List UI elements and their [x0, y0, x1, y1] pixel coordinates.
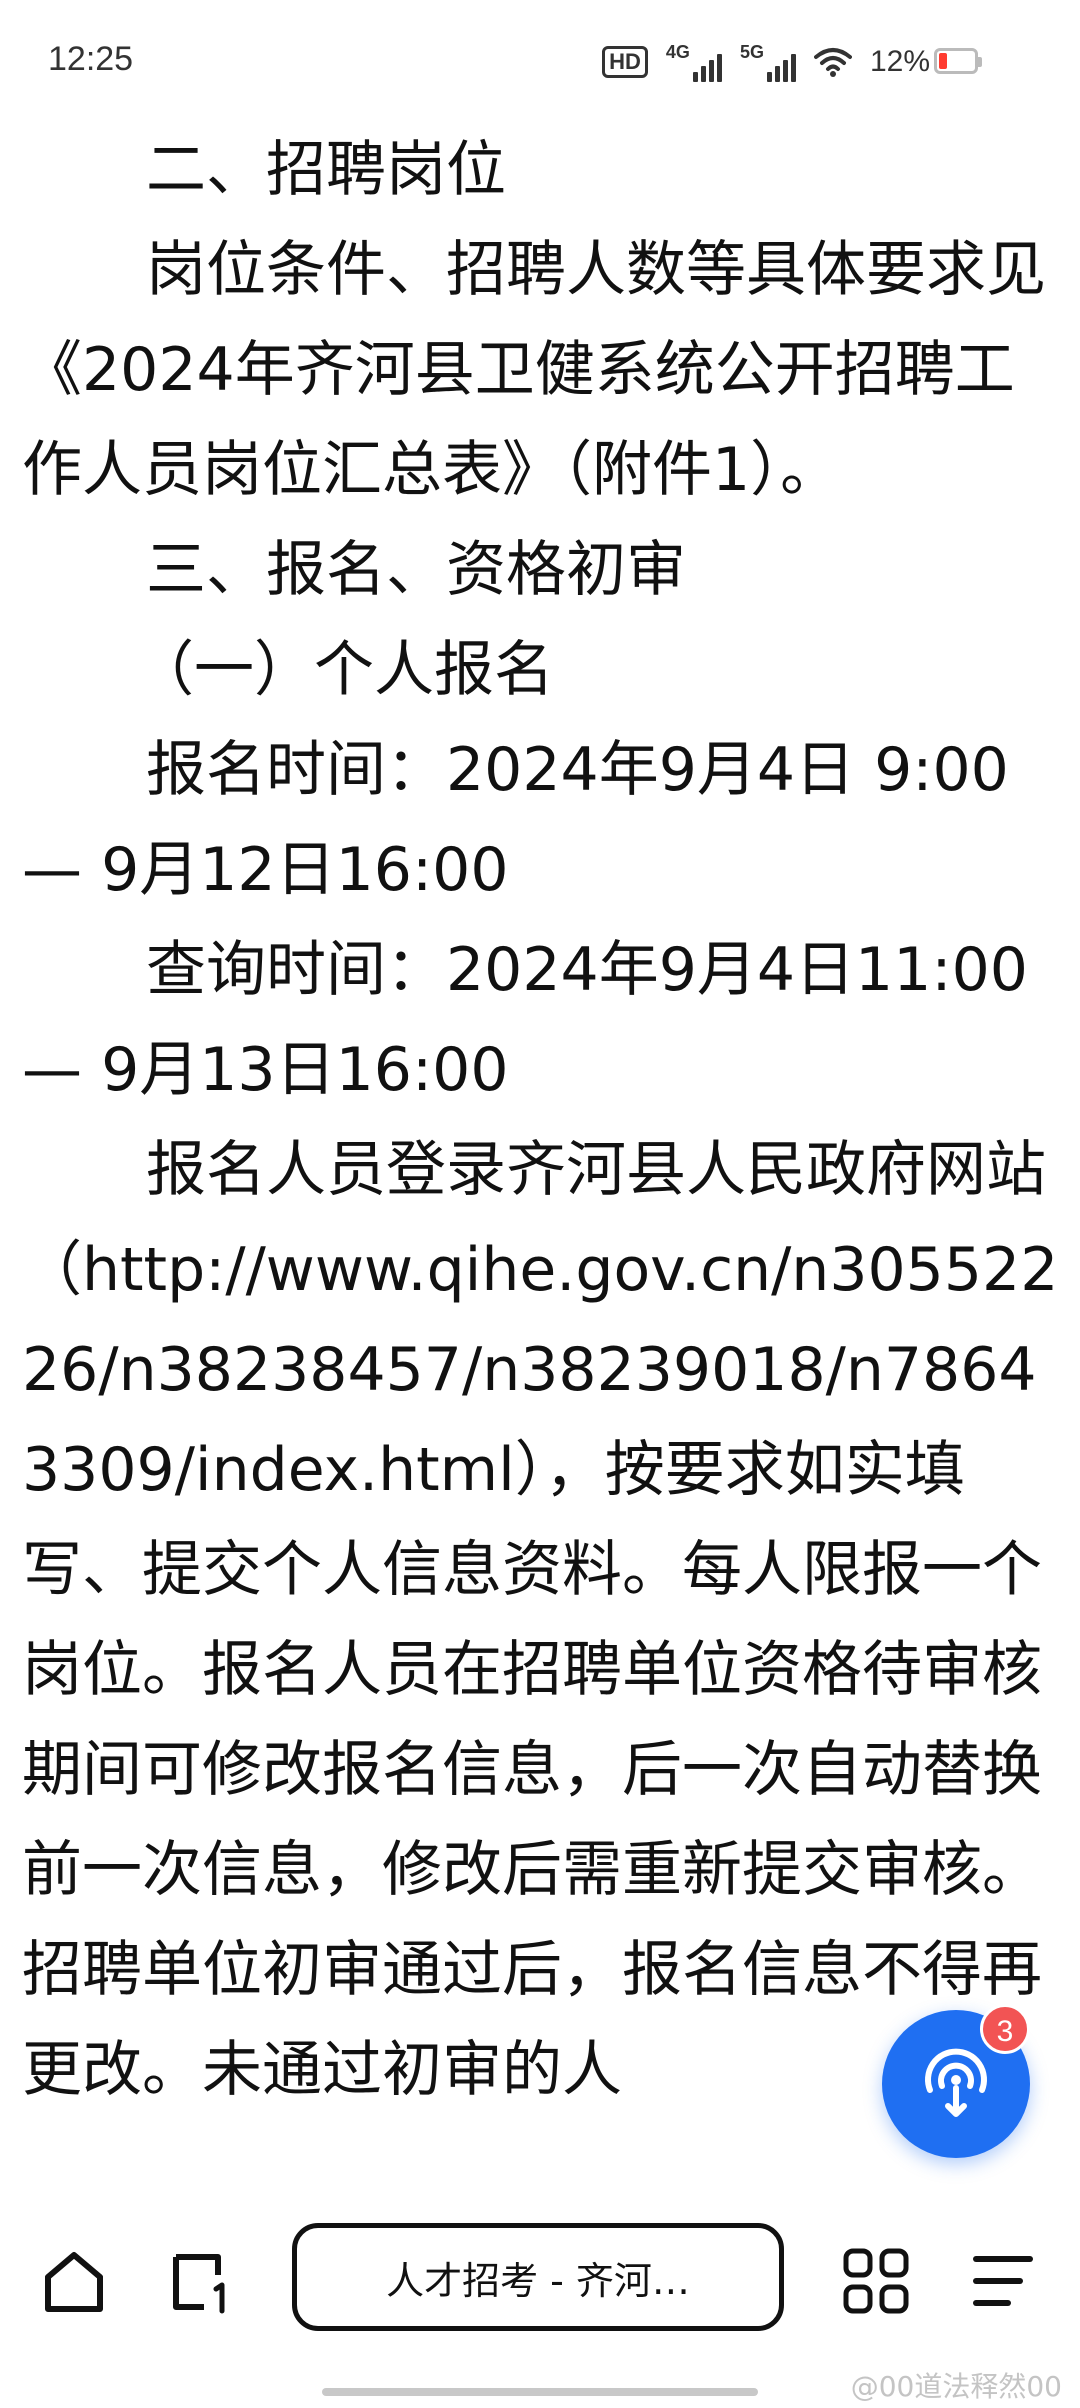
tabs-button[interactable]	[160, 2241, 240, 2321]
apps-grid-button[interactable]	[836, 2241, 916, 2321]
section-heading-registration: 三、报名、资格初审	[146, 535, 686, 605]
paragraph-query-time: 查询时间：2024年9月4日11:00— 9月13日16:00	[22, 935, 1028, 1105]
broadcast-fab-button[interactable]: 3	[882, 2004, 1030, 2158]
battery-icon	[934, 48, 982, 74]
home-icon	[45, 2252, 103, 2312]
menu-icon	[973, 2256, 1033, 2306]
status-icons: HD 4G 5G 12%	[602, 40, 930, 84]
current-tab-title-button[interactable]: 人才招考 - 齐河…	[292, 2223, 784, 2331]
paragraph-registration-time: 报名时间：2024年9月4日 9:00— 9月12日16:00	[22, 735, 1009, 905]
signal-5g-icon: 5G	[740, 42, 796, 82]
subsection-heading-personal-registration: （一）个人报名	[134, 635, 554, 705]
tabs-icon	[173, 2254, 225, 2314]
notification-badge: 3	[980, 2004, 1030, 2054]
gesture-home-indicator[interactable]	[322, 2388, 758, 2396]
grid-icon	[843, 2248, 909, 2314]
watermark: @00道法释然00	[850, 2370, 1062, 2403]
status-time: 12:25	[48, 40, 134, 78]
battery-percent: 12%	[869, 45, 930, 78]
status-bar: 12:25 HD 4G 5G 12%	[0, 0, 1080, 120]
article-body: 二、招聘岗位 岗位条件、招聘人数等具体要求见《2024年齐河县卫健系统公开招聘工…	[22, 120, 1062, 2195]
broadcast-icon	[925, 2048, 987, 2117]
menu-button[interactable]	[964, 2241, 1044, 2321]
section-heading-positions: 二、招聘岗位	[146, 135, 506, 205]
hd-voice-icon: HD	[602, 46, 648, 78]
paragraph-position-requirements: 岗位条件、招聘人数等具体要求见《2024年齐河县卫健系统公开招聘工作人员岗位汇总…	[22, 235, 1046, 505]
signal-4g-icon: 4G	[666, 42, 722, 82]
wifi-icon	[813, 47, 852, 77]
paragraph-registration-instructions: 报名人员登录齐河县人民政府网站（http://www.qihe.gov.cn/n…	[22, 1135, 1059, 2105]
home-button[interactable]	[34, 2241, 114, 2321]
